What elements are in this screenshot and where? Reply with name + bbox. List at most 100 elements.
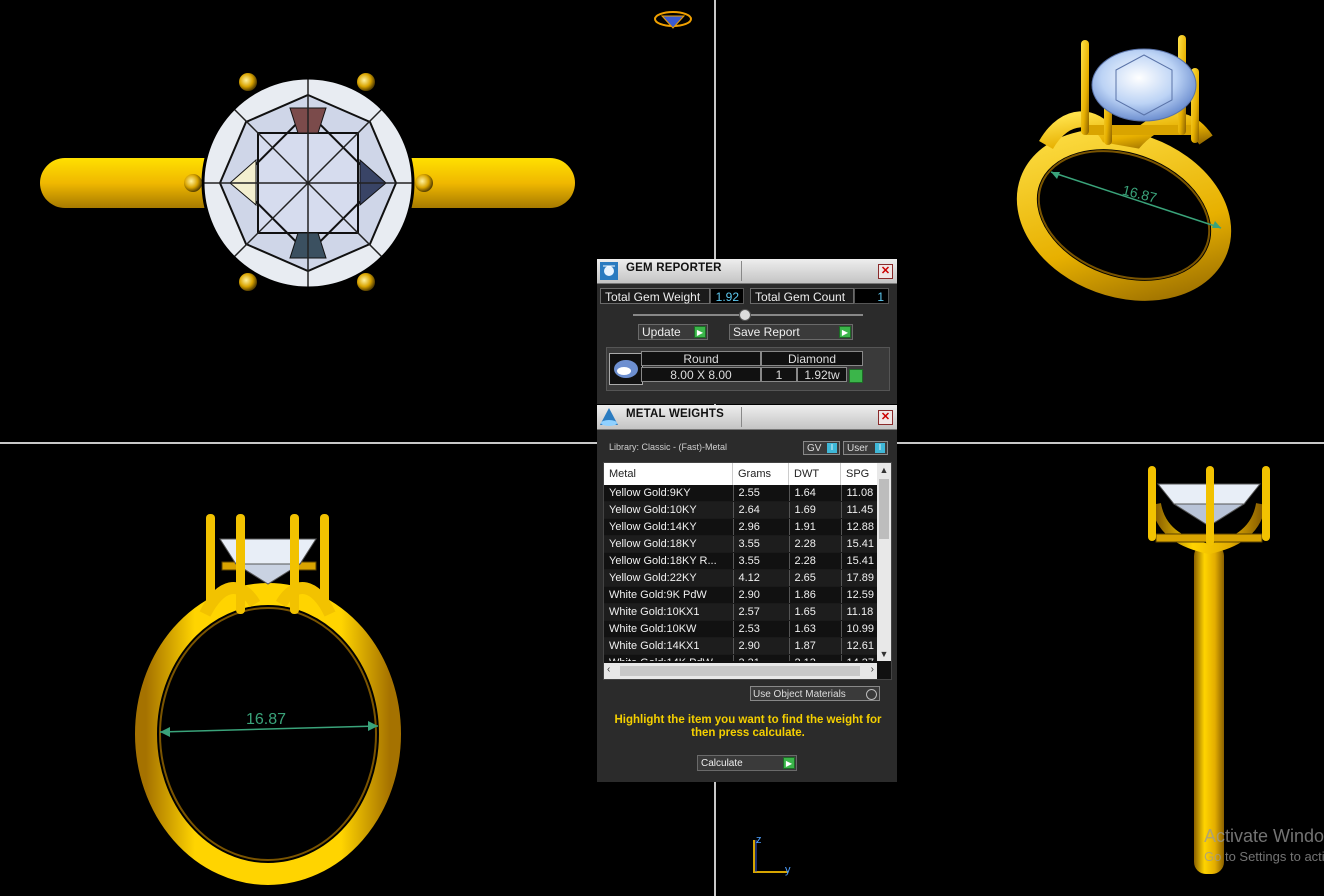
grams-cell: 2.90 (733, 637, 790, 655)
spg-cell: 12.61 (841, 637, 877, 655)
calculate-label: Calculate (701, 758, 743, 769)
col-metal[interactable]: Metal (604, 463, 733, 485)
gem-type: Diamond (761, 351, 863, 366)
table-row[interactable]: Yellow Gold:14KY 2.96 1.91 12.88 (604, 518, 877, 536)
table-row[interactable]: White Gold:10KX1 2.57 1.65 11.18 (604, 603, 877, 621)
metal-cell: White Gold:14K PdW (604, 654, 734, 661)
user-toggle[interactable]: User I (843, 441, 888, 455)
grams-cell: 2.90 (733, 586, 790, 604)
metal-cell: Yellow Gold:10KY (604, 501, 734, 519)
gem-reporter-icon (598, 259, 620, 283)
gem-reporter-titlebar[interactable]: GEM REPORTER ✕ (597, 259, 897, 284)
metal-cell: White Gold:14KX1 (604, 637, 734, 655)
scroll-up-icon[interactable]: ▲ (877, 463, 891, 477)
table-row[interactable]: White Gold:14KX1 2.90 1.87 12.61 (604, 637, 877, 655)
dimension-label-perspective: 16.87 (1121, 182, 1159, 206)
collapse-handle-icon[interactable] (739, 309, 751, 321)
table-row[interactable]: White Gold:9K PdW 2.90 1.86 12.59 (604, 586, 877, 604)
use-object-materials-label: Use Object Materials (753, 689, 846, 700)
table-row[interactable]: Yellow Gold:10KY 2.64 1.69 11.45 (604, 501, 877, 519)
gem-size: 8.00 X 8.00 (641, 367, 761, 382)
col-spg[interactable]: SPG (841, 463, 877, 485)
gem-row[interactable]: Round Diamond 8.00 X 8.00 1 1.92tw (606, 347, 890, 391)
watermark-line1: Activate Windows (1204, 826, 1324, 846)
gv-label: GV (807, 443, 822, 454)
dwt-cell: 1.91 (789, 518, 842, 536)
grams-cell: 2.96 (733, 518, 790, 536)
spg-cell: 12.59 (841, 586, 877, 604)
view-cube-icon[interactable] (654, 11, 692, 29)
table-row[interactable]: Yellow Gold:22KY 4.12 2.65 17.89 (604, 569, 877, 587)
metal-cell: White Gold:10KX1 (604, 603, 734, 621)
dwt-cell: 1.87 (789, 637, 842, 655)
col-grams[interactable]: Grams (733, 463, 789, 485)
metal-table: Yellow Gold:9KY 2.55 1.64 11.08 Yellow Gold:… (604, 485, 877, 661)
gem-reporter-title: GEM REPORTER (626, 262, 722, 274)
gv-toggle[interactable]: GV I (803, 441, 840, 455)
total-gem-weight-label: Total Gem Weight (600, 288, 710, 304)
play-icon: ▶ (783, 757, 795, 769)
metal-table-body: Yellow Gold:9KY 2.55 1.64 11.08 Yellow Gold:… (604, 485, 877, 661)
axis-y-label: y (785, 864, 791, 876)
metal-cell: Yellow Gold:9KY (604, 485, 734, 502)
table-row[interactable]: Yellow Gold:9KY 2.55 1.64 11.08 (604, 485, 877, 502)
update-button[interactable]: Update ▶ (638, 324, 708, 340)
table-row[interactable]: Yellow Gold:18KY R... 3.55 2.28 15.41 (604, 552, 877, 570)
use-object-materials-button[interactable]: Use Object Materials (750, 686, 880, 701)
spg-cell: 17.89 (841, 569, 877, 587)
close-icon[interactable]: ✕ (878, 410, 893, 425)
grams-cell: 2.57 (733, 603, 790, 621)
gem-reporter-panel: GEM REPORTER ✕ Total Gem Weight 1.92 Tot… (597, 259, 897, 404)
play-icon[interactable] (849, 369, 863, 383)
spg-cell: 11.18 (841, 603, 877, 621)
metal-cell: White Gold:10KW (604, 620, 734, 638)
gem-count: 1 (761, 367, 797, 382)
grams-cell: 3.31 (733, 654, 790, 661)
scroll-down-icon[interactable]: ▼ (877, 647, 891, 661)
close-icon[interactable]: ✕ (878, 264, 893, 279)
gem-shape: Round (641, 351, 761, 366)
table-row[interactable]: White Gold:10KW 2.53 1.63 10.99 (604, 620, 877, 638)
diamond-top-view (201, 76, 415, 290)
metal-weights-titlebar[interactable]: METAL WEIGHTS ✕ (597, 405, 897, 430)
metal-weights-title: METAL WEIGHTS (626, 408, 725, 420)
spg-cell: 14.37 (841, 654, 877, 661)
dwt-cell: 2.28 (789, 552, 842, 570)
metal-weights-panel: METAL WEIGHTS ✕ Library: Classic - (Fast… (597, 405, 897, 782)
title-separator (741, 261, 742, 281)
scroll-thumb-horizontal[interactable] (620, 666, 860, 676)
user-label: User (847, 443, 869, 454)
horizontal-scrollbar[interactable]: ‹ › (604, 663, 877, 679)
dwt-cell: 2.28 (789, 535, 842, 553)
vertical-scrollbar[interactable]: ▲ ▼ (877, 463, 891, 661)
total-gem-weight-value: 1.92 (710, 288, 744, 304)
library-label: Library: Classic - (Fast)-Metal (609, 442, 728, 452)
metal-cell: Yellow Gold:18KY (604, 535, 734, 553)
grams-cell: 4.12 (733, 569, 790, 587)
collapse-slider[interactable] (633, 309, 863, 321)
metal-cell: Yellow Gold:14KY (604, 518, 734, 536)
play-icon: ▶ (839, 326, 851, 338)
dimension-label-front: 16.87 (246, 711, 286, 728)
table-row[interactable]: Yellow Gold:18KY 3.55 2.28 15.41 (604, 535, 877, 553)
col-dwt[interactable]: DWT (789, 463, 841, 485)
table-row[interactable]: White Gold:14K PdW3.312.1314.37 (604, 654, 877, 661)
grams-cell: 2.53 (733, 620, 790, 638)
watermark-line2: Go to Settings to activate Windows. (1204, 849, 1324, 864)
scroll-left-icon[interactable]: ‹ (607, 664, 610, 675)
scroll-thumb[interactable] (879, 479, 889, 539)
grams-cell: 3.55 (733, 535, 790, 553)
metal-cell: Yellow Gold:22KY (604, 569, 734, 587)
metal-table-container[interactable]: Metal Grams DWT SPG Yellow Gold:9KY 2.55 1… (603, 462, 892, 680)
spg-cell: 11.08 (841, 485, 877, 502)
spg-cell: 15.41 (841, 552, 877, 570)
update-label: Update (642, 325, 681, 339)
scroll-right-icon[interactable]: › (871, 664, 874, 675)
title-separator (741, 407, 742, 427)
dwt-cell: 1.65 (789, 603, 842, 621)
calculate-button[interactable]: Calculate ▶ (697, 755, 797, 771)
save-report-button[interactable]: Save Report ▶ (729, 324, 853, 340)
save-report-label: Save Report (733, 325, 800, 339)
diamond-front-view (219, 538, 317, 585)
instruction-text: Highlight the item you want to find the … (614, 714, 882, 739)
